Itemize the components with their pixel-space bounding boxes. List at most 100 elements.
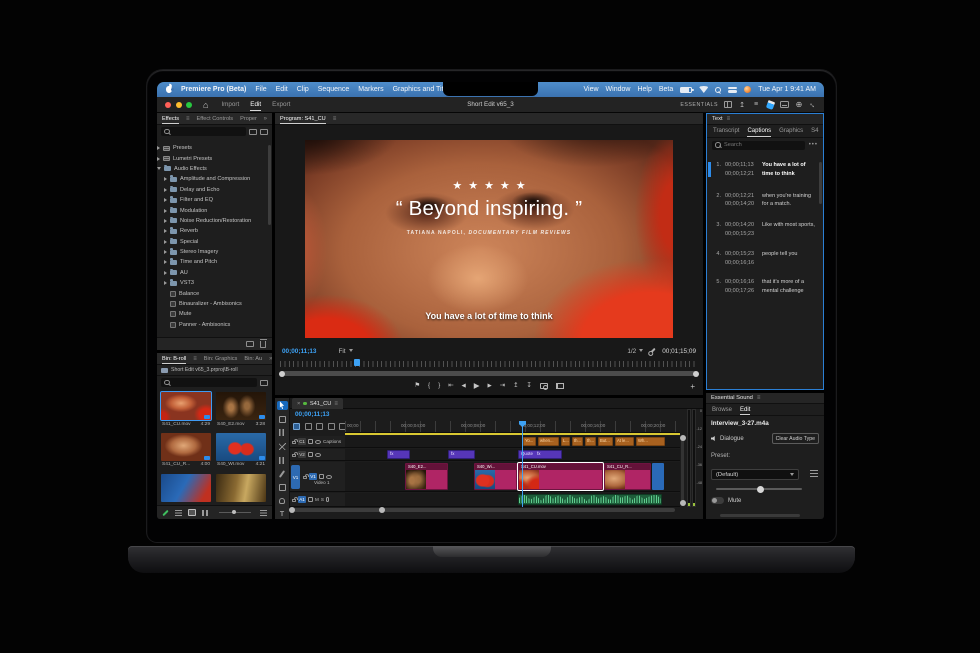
panel-menu-icon[interactable]: ≡ (186, 116, 190, 122)
clip-thumbnail[interactable] (216, 474, 266, 502)
bin-search-input[interactable] (161, 378, 257, 387)
video-clip-selected[interactable]: S41_CU.mov (518, 463, 603, 490)
new-bin-icon[interactable] (249, 129, 257, 135)
step-forward-button[interactable] (488, 383, 492, 390)
timeline-wrench-icon[interactable] (328, 423, 335, 430)
menu-file[interactable]: File (255, 86, 266, 93)
timeline-vertical-scrollbar[interactable] (681, 438, 684, 503)
v2-track-header[interactable]: V2 (290, 449, 345, 461)
snap-icon[interactable] (293, 423, 300, 430)
video-clip[interactable] (652, 463, 664, 490)
lock-icon[interactable] (292, 499, 296, 503)
tree-item[interactable]: Binauralizer - Ambisonics (157, 299, 267, 309)
delete-icon[interactable] (260, 341, 266, 348)
close-sequence-icon[interactable]: × (297, 401, 300, 407)
new-preset-icon[interactable] (260, 129, 268, 135)
razor-tool[interactable] (277, 442, 288, 451)
caption-track-header[interactable]: C1 Captions (290, 436, 345, 448)
graphic-clip[interactable]: fx (448, 450, 475, 459)
clip-thumbnail[interactable] (216, 433, 266, 461)
type-tool[interactable]: T (277, 510, 288, 519)
more-panels-icon[interactable]: » (264, 116, 267, 122)
caption-row[interactable]: 3. 00;00;14;2000;00;15;23 Like with most… (707, 221, 819, 239)
video-clip[interactable]: S40_Wi... (474, 463, 517, 490)
v1-badge[interactable]: V1 (309, 473, 317, 480)
loudness-slider[interactable] (716, 488, 802, 490)
tree-item[interactable]: Noise Reduction/Restoration (157, 216, 267, 226)
caption-clip[interactable]: th... (585, 437, 596, 446)
battery-icon[interactable] (680, 87, 692, 93)
sort-icon[interactable] (260, 510, 267, 516)
tab-effect-controls[interactable]: Effect Controls (197, 116, 234, 122)
voiceover-record-icon[interactable] (326, 497, 329, 502)
tree-item[interactable]: Filter and EQ (157, 195, 267, 205)
selection-tool[interactable] (277, 401, 288, 410)
clip-thumbnail[interactable] (216, 392, 266, 420)
workspace-label[interactable]: ESSENTIALS (680, 102, 718, 108)
preset-dropdown[interactable]: (Default) (711, 469, 799, 480)
v1-track-header[interactable]: V1 V1 Video 1 (290, 462, 345, 492)
track-select-tool[interactable] (277, 415, 288, 424)
mark-in-button[interactable] (428, 383, 430, 389)
captions-scrollbar[interactable] (819, 162, 822, 204)
caption-track-lane[interactable]: Yo... when... L... th... th... But... At… (345, 436, 680, 448)
extract-button[interactable] (526, 383, 531, 389)
clip-card[interactable]: S40_WI.mov4:21 (216, 433, 266, 469)
menu-clock[interactable]: Tue Apr 1 9:41 AM (758, 86, 816, 93)
panel-menu-icon[interactable]: ≡ (757, 395, 761, 401)
list-view-icon[interactable] (175, 510, 182, 516)
lock-icon[interactable] (292, 454, 296, 458)
tree-item[interactable]: VST3 (157, 278, 267, 288)
caption-clip[interactable]: But... (598, 437, 613, 446)
program-mini-timeline[interactable] (280, 361, 698, 367)
tree-item[interactable]: Modulation (157, 205, 267, 215)
rectangle-tool[interactable] (277, 483, 288, 492)
clip-thumbnail[interactable] (161, 474, 211, 502)
navigate-up-icon[interactable] (161, 368, 168, 373)
tab-edit[interactable]: Edit (250, 101, 261, 108)
lift-button[interactable] (513, 383, 518, 389)
new-custom-bin-icon[interactable] (246, 341, 254, 347)
caption-row[interactable]: 1. 00;00;11;1300;00;12;21 You have a lot… (707, 161, 819, 179)
tab-captions[interactable]: Captions (747, 128, 771, 134)
panel-menu-icon[interactable]: ≡ (727, 116, 731, 122)
sync-lock-icon[interactable] (319, 474, 324, 479)
menu-window[interactable]: Window (606, 86, 631, 93)
quick-find-icon[interactable] (795, 101, 803, 109)
go-to-in-button[interactable] (448, 383, 453, 389)
program-video-viewport[interactable]: ★★★★★ “ Beyond inspiring. ” TATIANA NAPO… (305, 140, 673, 338)
caption-clip[interactable]: L... (561, 437, 570, 446)
play-button[interactable] (474, 382, 480, 390)
caption-clip[interactable]: when... (538, 437, 559, 446)
a1-badge[interactable]: A1 (298, 496, 306, 503)
tab-browse[interactable]: Browse (712, 407, 732, 413)
captions-options-icon[interactable]: ••• (809, 142, 818, 148)
captions-icon[interactable] (780, 101, 789, 108)
icon-view-icon[interactable] (188, 509, 196, 516)
v2-badge[interactable]: V2 (298, 451, 306, 458)
playback-resolution-dropdown[interactable]: 1/2 (627, 348, 643, 355)
freeform-view-icon[interactable] (202, 510, 210, 516)
effects-search-input[interactable] (161, 127, 246, 136)
tab-export[interactable]: Export (272, 101, 290, 108)
sync-lock-icon[interactable] (308, 497, 313, 502)
menu-clip[interactable]: Clip (297, 86, 309, 93)
settings-wrench-icon[interactable] (650, 348, 656, 354)
tree-item[interactable]: Panner - Ambisonics (157, 320, 267, 330)
tree-item[interactable]: Balance (157, 288, 267, 298)
tree-item[interactable]: Amplitude and Compression (157, 174, 267, 184)
program-playhead[interactable] (354, 359, 360, 366)
tree-item[interactable]: Lumetri Presets (157, 153, 267, 163)
home-icon[interactable]: ⌂ (203, 101, 208, 109)
mute-toggle[interactable] (711, 497, 724, 504)
effects-scrollbar[interactable] (268, 145, 271, 225)
pen-tool[interactable] (277, 469, 288, 478)
menu-app-name[interactable]: Premiere Pro (Beta) (181, 86, 246, 93)
a1-track-lane[interactable] (345, 493, 680, 507)
track-visibility-icon[interactable] (315, 440, 321, 444)
add-marker-button[interactable] (414, 383, 420, 389)
a1-track-header[interactable]: A1 M S (290, 493, 345, 507)
tab-import[interactable]: Import (221, 101, 239, 108)
fit-dropdown[interactable]: Fit (338, 348, 352, 355)
linked-selection-icon[interactable] (305, 423, 312, 430)
